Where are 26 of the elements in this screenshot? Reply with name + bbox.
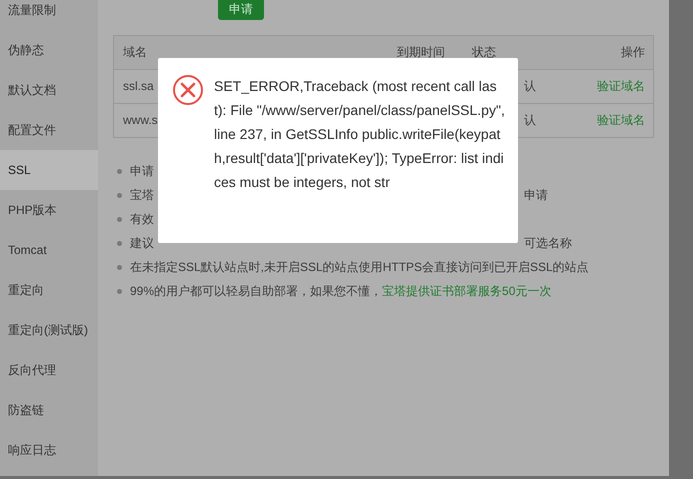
note-text: 可选名称 xyxy=(524,235,572,252)
note-text: 在未指定SSL默认站点时,未开启SSL的站点使用HTTPS会直接访问到已开启SSL的站点 xyxy=(130,260,589,274)
note-text: 99%的用户都可以轻易自助部署，如果您不懂， xyxy=(130,284,382,298)
bullet-icon xyxy=(117,289,122,294)
column-header: 操作 xyxy=(620,44,646,60)
bullet-icon xyxy=(117,217,122,222)
note-text: 宝塔 xyxy=(130,187,155,204)
column-header: 到期时间 xyxy=(397,44,445,60)
note-text: 有效 xyxy=(130,212,154,226)
apply-button[interactable]: 申请 xyxy=(218,0,264,20)
table-cell: www.s xyxy=(123,113,158,127)
table-cell: ssl.sa xyxy=(123,79,154,93)
error-message: SET_ERROR,Traceback (most recent call last): File "/www/server/panel/class/panelSSL.py", line 237, in GetSSLInfo public.writeFile(keypath,result['data']['privateKey']); TypeError: list indices must be integers, not str xyxy=(214,77,506,192)
column-header: 域名 xyxy=(123,44,147,60)
table-cell: 认 xyxy=(524,112,536,128)
note-text: 建议 xyxy=(130,235,155,252)
sidebar-item[interactable]: SSL xyxy=(0,150,98,190)
note-text: 申请 xyxy=(524,187,548,204)
bullet-icon xyxy=(117,169,122,174)
bullet-icon xyxy=(117,265,122,270)
bullet-icon xyxy=(117,193,122,198)
error-icon xyxy=(172,74,204,106)
column-header: 状态 xyxy=(472,44,496,60)
bullet-icon xyxy=(117,241,122,246)
table-cell: 认 xyxy=(524,78,536,94)
note-text: 申请 xyxy=(130,164,154,178)
